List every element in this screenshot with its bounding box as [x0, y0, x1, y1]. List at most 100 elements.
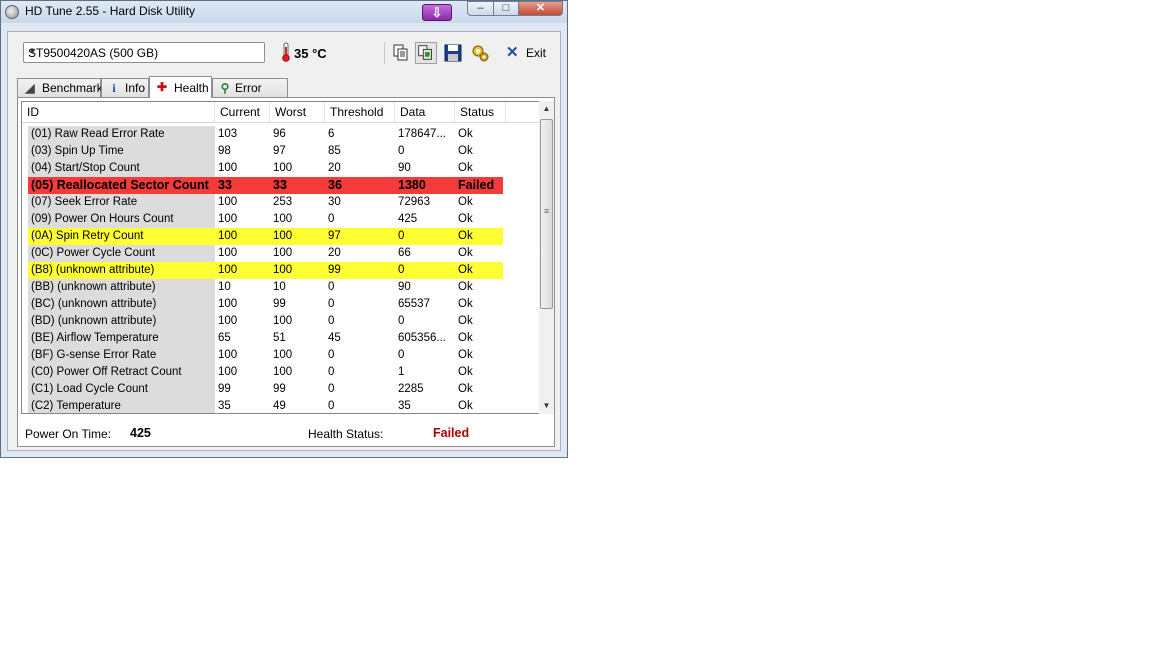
cell-threshold: 20: [328, 247, 341, 259]
cell-threshold: 0: [328, 383, 335, 395]
table-row[interactable]: (BF) G-sense Error Rate 100 100 0 0 Ok: [28, 347, 503, 364]
cell-current: 100: [218, 315, 238, 327]
cell-status: Ok: [458, 264, 473, 276]
chevron-down-icon: ▼: [28, 46, 37, 56]
window-title: HD Tune 2.55 - Hard Disk Utility: [25, 4, 196, 18]
column-header-worst[interactable]: Worst: [270, 102, 325, 122]
cell-worst: 97: [273, 145, 286, 157]
maximize-button[interactable]: □: [493, 1, 519, 16]
column-header-current[interactable]: Current: [215, 102, 270, 122]
table-row[interactable]: (07) Seek Error Rate 100 253 30 72963 Ok: [28, 194, 503, 211]
exit-label: Exit: [526, 46, 547, 60]
cell-worst: 100: [273, 366, 293, 378]
cell-current: 98: [218, 145, 231, 157]
tab-benchmark[interactable]: ◢ Benchmark: [17, 78, 103, 97]
drive-dropdown[interactable]: ST9500420AS (500 GB) ▼: [23, 42, 265, 63]
title-bar[interactable]: HD Tune 2.55 - Hard Disk Utility ⇩ – □ ✕: [1, 1, 567, 23]
cell-id: (0C) Power Cycle Count: [28, 245, 215, 262]
tab-error-scan[interactable]: ⚲ Error Scan: [212, 78, 288, 109]
copy-screenshot-icon[interactable]: [415, 42, 437, 64]
column-header-status[interactable]: Status: [455, 102, 506, 122]
cell-threshold: 85: [328, 145, 341, 157]
scroll-down-arrow-icon[interactable]: ▼: [539, 398, 554, 414]
table-row[interactable]: (03) Spin Up Time 98 97 85 0 Ok: [28, 143, 503, 160]
options-icon[interactable]: [469, 42, 491, 64]
table-row[interactable]: (04) Start/Stop Count 100 100 20 90 Ok: [28, 160, 503, 177]
cell-id: (BF) G-sense Error Rate: [28, 347, 215, 364]
cell-id: (04) Start/Stop Count: [28, 160, 215, 177]
cell-current: 100: [218, 196, 238, 208]
column-header-data[interactable]: Data: [395, 102, 455, 122]
cell-status: Ok: [458, 213, 473, 225]
cell-id: (03) Spin Up Time: [28, 143, 215, 160]
download-icon[interactable]: ⇩: [422, 4, 452, 21]
scrollbar-thumb[interactable]: ≡: [540, 119, 553, 309]
benchmark-icon: ◢: [25, 81, 35, 95]
app-window: HD Tune 2.55 - Hard Disk Utility ⇩ – □ ✕…: [0, 0, 568, 458]
table-row[interactable]: (BC) (unknown attribute) 100 99 0 65537 Ok: [28, 296, 503, 313]
cell-data: 65537: [398, 298, 430, 310]
table-header: ID Current Worst Threshold Data Status: [22, 102, 539, 123]
vertical-scrollbar[interactable]: ▲ ≡ ▼: [539, 101, 554, 414]
cell-worst: 10: [273, 281, 286, 293]
table-row[interactable]: (B8) (unknown attribute) 100 100 99 0 Ok: [28, 262, 503, 279]
cell-threshold: 99: [328, 264, 341, 276]
cell-status: Ok: [458, 366, 473, 378]
cell-data: 178647...: [398, 128, 446, 140]
smart-attributes-table[interactable]: ID Current Worst Threshold Data Status (…: [21, 101, 540, 414]
column-header-threshold[interactable]: Threshold: [325, 102, 395, 122]
cell-status: Ok: [458, 383, 473, 395]
cell-data: 90: [398, 281, 411, 293]
cell-data: 425: [398, 213, 418, 225]
cell-status: Ok: [458, 196, 473, 208]
health-status-label: Health Status:: [308, 427, 384, 441]
table-row[interactable]: (0A) Spin Retry Count 100 100 97 0 Ok: [28, 228, 503, 245]
table-row[interactable]: (0C) Power Cycle Count 100 100 20 66 Ok: [28, 245, 503, 262]
cell-id: (BC) (unknown attribute): [28, 296, 215, 313]
cell-threshold: 0: [328, 281, 335, 293]
cell-worst: 100: [273, 264, 293, 276]
cell-current: 100: [218, 264, 238, 276]
cell-data: 1: [398, 366, 405, 378]
table-row[interactable]: (09) Power On Hours Count 100 100 0 425 Ok: [28, 211, 503, 228]
copy-text-icon[interactable]: [390, 42, 412, 64]
cell-id: (C1) Load Cycle Count: [28, 381, 215, 398]
cell-status: Ok: [458, 162, 473, 174]
tab-info[interactable]: i Info: [101, 78, 149, 97]
table-row[interactable]: (BD) (unknown attribute) 100 100 0 0 Ok: [28, 313, 503, 330]
tab-health[interactable]: ✚ Health: [149, 76, 212, 98]
table-row[interactable]: (01) Raw Read Error Rate 103 96 6 178647... O…: [28, 126, 503, 143]
table-row[interactable]: (05) Reallocated Sector Count 33 33 36 1380 F…: [28, 177, 503, 194]
cell-worst: 100: [273, 162, 293, 174]
cell-current: 99: [218, 383, 231, 395]
cell-status: Ok: [458, 400, 473, 412]
cell-current: 100: [218, 349, 238, 361]
cell-current: 10: [218, 281, 231, 293]
minimize-button[interactable]: –: [467, 1, 494, 16]
save-icon[interactable]: [442, 42, 464, 64]
grip-icon: ≡: [544, 206, 550, 216]
cell-data: 2285: [398, 383, 424, 395]
table-row[interactable]: (C2) Temperature 35 49 0 35 Ok: [28, 398, 503, 413]
health-panel: ID Current Worst Threshold Data Status (…: [17, 97, 555, 447]
cell-status: Ok: [458, 332, 473, 344]
cell-current: 100: [218, 230, 238, 242]
table-row[interactable]: (C1) Load Cycle Count 99 99 0 2285 Ok: [28, 381, 503, 398]
cell-status: Ok: [458, 349, 473, 361]
cell-id: (BE) Airflow Temperature: [28, 330, 215, 347]
cell-id: (01) Raw Read Error Rate: [28, 126, 215, 143]
column-header-id[interactable]: ID: [22, 102, 215, 122]
table-row[interactable]: (C0) Power Off Retract Count 100 100 0 1 Ok: [28, 364, 503, 381]
cell-id: (BD) (unknown attribute): [28, 313, 215, 330]
cell-data: 0: [398, 315, 405, 327]
close-button[interactable]: ✕: [518, 1, 563, 16]
cell-threshold: 0: [328, 366, 335, 378]
cell-current: 100: [218, 162, 238, 174]
cell-id: (0A) Spin Retry Count: [31, 230, 144, 242]
cell-threshold: 45: [328, 332, 341, 344]
table-row[interactable]: (BE) Airflow Temperature 65 51 45 605356... O…: [28, 330, 503, 347]
cell-id: (09) Power On Hours Count: [28, 211, 215, 228]
cell-current: 65: [218, 332, 231, 344]
table-row[interactable]: (BB) (unknown attribute) 10 10 0 90 Ok: [28, 279, 503, 296]
scroll-up-arrow-icon[interactable]: ▲: [539, 101, 554, 117]
